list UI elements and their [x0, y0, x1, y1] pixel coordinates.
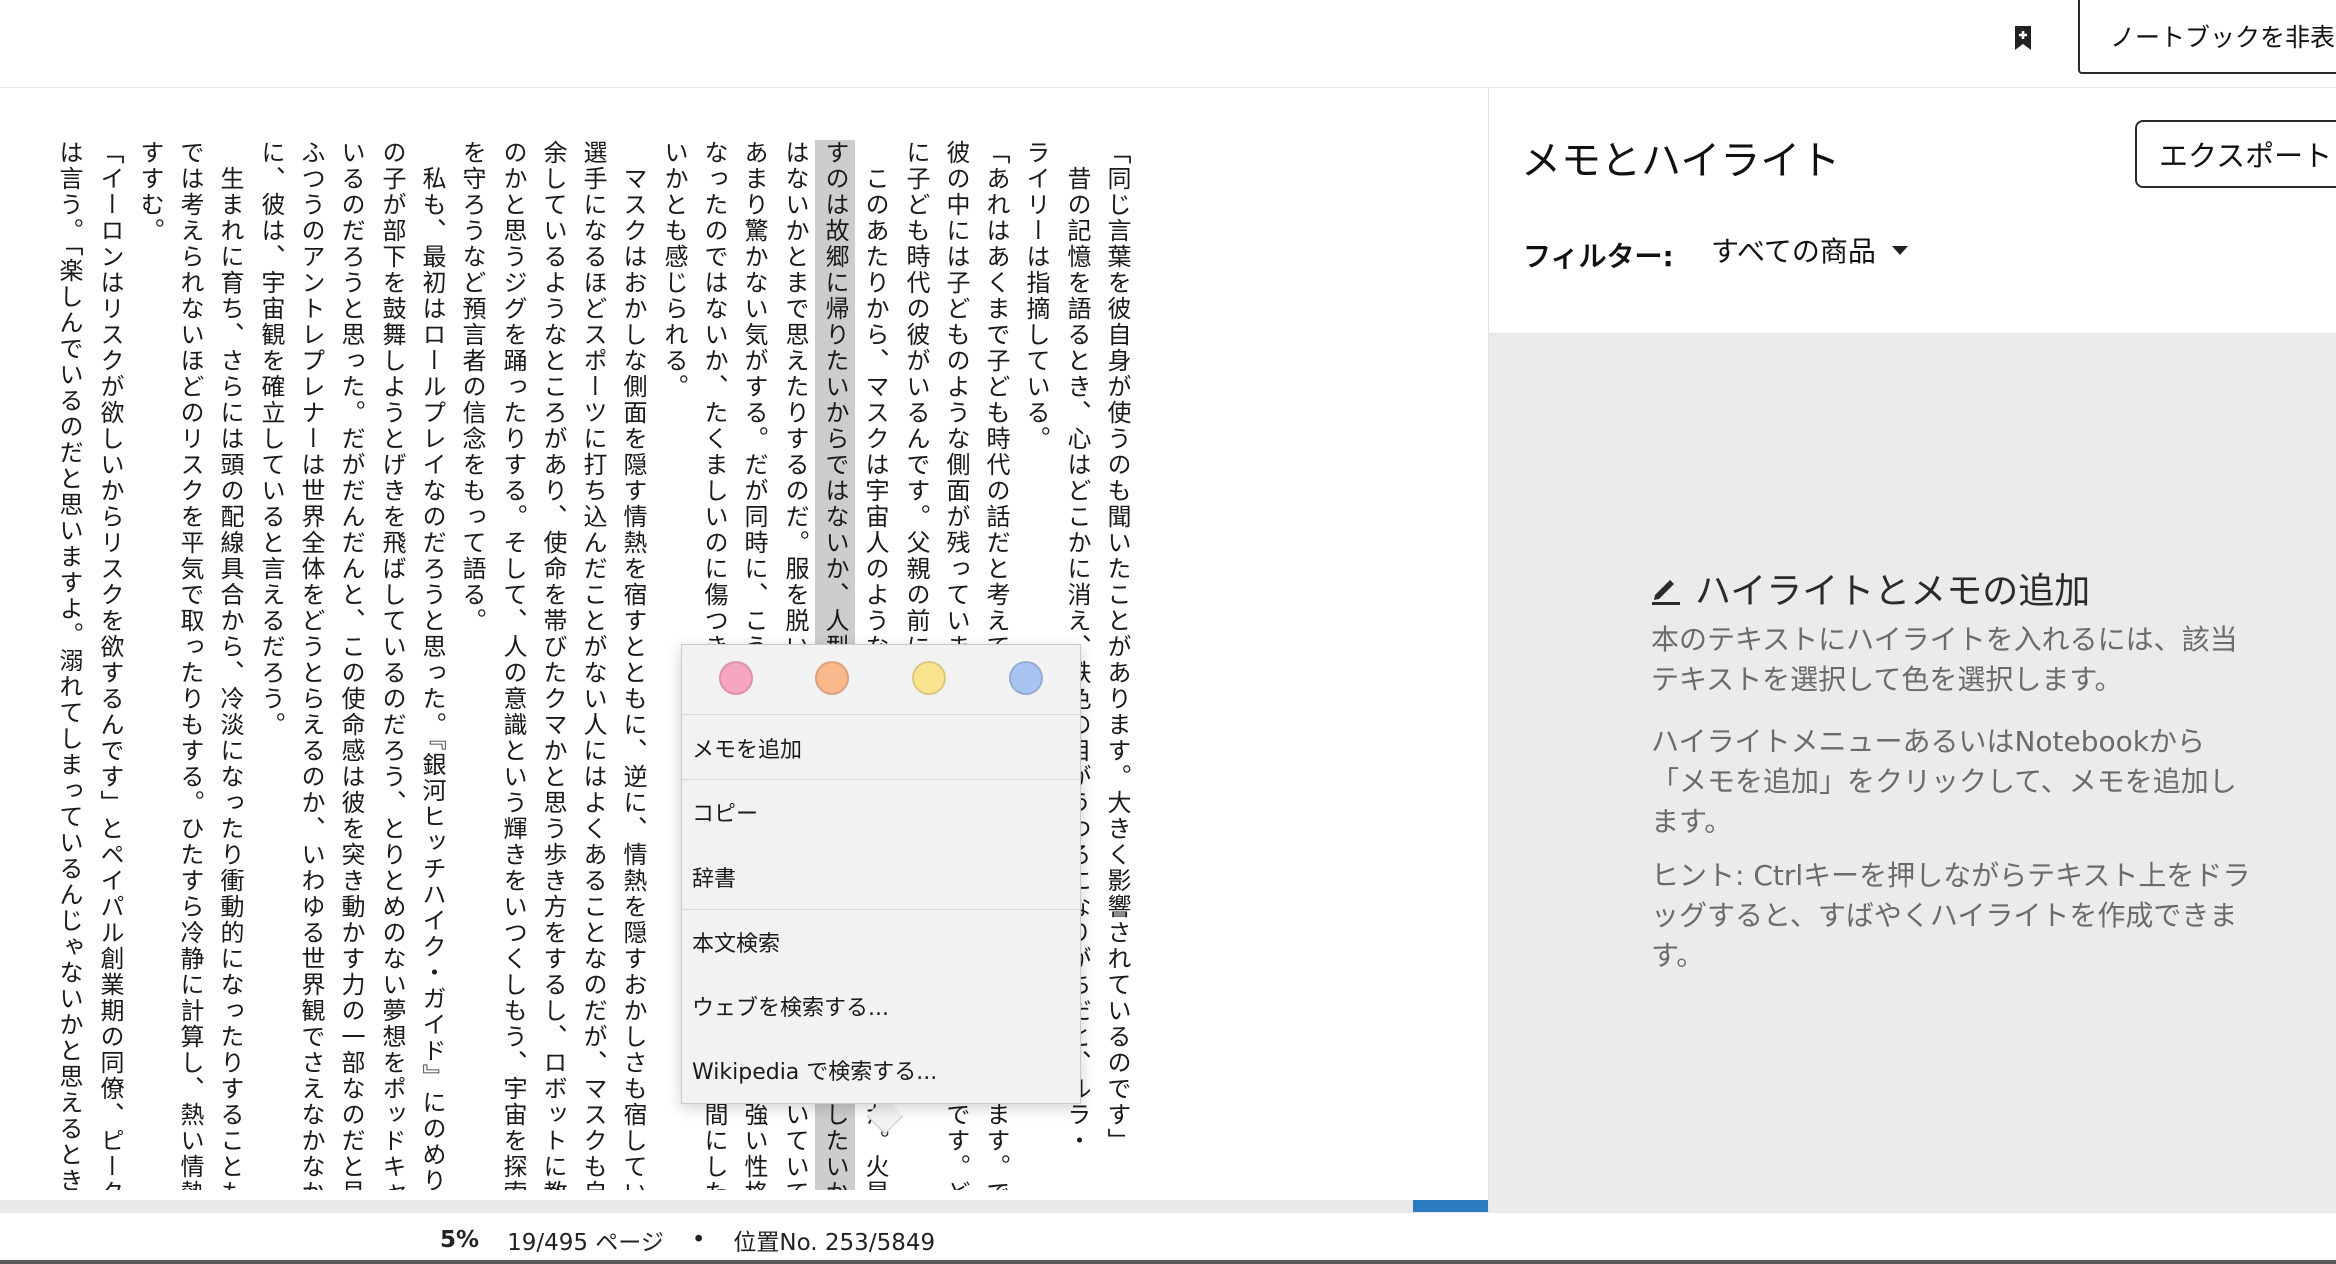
empty-state-heading: ハイライトとメモの追加: [1649, 562, 2090, 614]
menu-item-add-note[interactable]: メモを追加: [682, 716, 1080, 780]
text-column[interactable]: いるのだろうと思った。だがだんだんと、この使命感は彼を突き動かす力の一部なのだと…: [331, 140, 371, 1190]
empty-state-text: ハイライトメニューあるいはNotebookから「メモを追加」をクリックして、メモ…: [1651, 725, 2237, 838]
text-column[interactable]: の子が部下を鼓舞しようとげきを飛ばしているのだろう、とりとめのない夢想をポッドキ…: [372, 140, 412, 1190]
page-indicator: 19/495 ページ: [507, 1230, 664, 1256]
menu-item-search-web[interactable]: ウェブを検索する...: [682, 974, 1080, 1038]
top-bar: ノートブックを非表示: [0, 0, 2336, 88]
reading-position: 5% 19/495 ページ • 位置No. 253/5849: [440, 1223, 935, 1257]
menu-item-copy[interactable]: コピー: [682, 780, 1080, 844]
menu-item-dictionary[interactable]: 辞書: [682, 845, 1080, 909]
empty-state-title: ハイライトとメモの追加: [1695, 571, 2091, 612]
notebook-header: メモとハイライト エクスポート フィルター: すべての商品: [1489, 88, 2336, 334]
text-column[interactable]: 生まれに育ち、さらには頭の配線具合から、冷淡になったり衝動的になったりすることも…: [210, 140, 250, 1190]
window-bottom-edge: [0, 1260, 2336, 1264]
filter-value: すべての商品: [1711, 235, 1876, 268]
separator-dot: •: [691, 1227, 706, 1253]
highlight-color-row: [682, 645, 1080, 715]
location-indicator: 位置No. 253/5849: [733, 1230, 936, 1256]
filter-dropdown[interactable]: すべての商品: [1711, 228, 1908, 272]
bookmark-icon[interactable]: [2005, 20, 2041, 56]
hide-notebook-button[interactable]: ノートブックを非表示: [2078, 0, 2336, 74]
highlight-color-pink[interactable]: [719, 661, 753, 695]
text-column[interactable]: 余しているようなところがあり、使命を帯びたクマかと思う歩き方をするし、ロボットに…: [533, 140, 573, 1190]
highlight-color-blue[interactable]: [1009, 661, 1043, 695]
pen-icon: [1652, 580, 1680, 605]
text-column[interactable]: 「同じ言葉を彼自身が使うのも聞いたことがあります。大きく影響されているのです」: [1097, 140, 1137, 1190]
text-column[interactable]: では考えられないほどのリスクを平気で取ったりもする。ひたすら冷静に計算し、熱い情…: [170, 140, 210, 1190]
menu-item-search-wikipedia[interactable]: Wikipedia で検索する...: [682, 1038, 1080, 1102]
notebook-title: メモとハイライト: [1521, 138, 1841, 184]
highlight-color-yellow[interactable]: [912, 661, 946, 695]
text-column[interactable]: 「イーロンはリスクが欲しいからリスクを欲するんです」とペイパル創業期の同僚、ピー…: [90, 140, 130, 1190]
empty-state-text: 本のテキストにハイライトを入れるには、該当テキストを選択して色を選択します。: [1651, 623, 2238, 696]
text-column[interactable]: 選手になるほどスポーツに打ち込んだことがない人にはよくあることなのだが、マスクも…: [573, 140, 613, 1190]
reading-progress-bar[interactable]: [0, 1200, 1488, 1212]
empty-state-hint: ヒント: Ctrlキーを押しながらテキスト上をドラッグすると、すばやくハイライト…: [1651, 859, 2251, 972]
text-column[interactable]: を守ろうなど預言者の信念をもって語る。: [452, 140, 492, 1190]
status-bar: 5% 19/495 ページ • 位置No. 253/5849: [0, 1212, 2336, 1264]
menu-item-search-book[interactable]: 本文検索: [682, 910, 1080, 974]
text-column[interactable]: すすむ。: [130, 140, 170, 1190]
progress-percent: 5%: [440, 1227, 480, 1253]
text-column[interactable]: マスクはおかしな側面を隠す情熱を宿すとともに、逆に、情熱を隠すおかしさも宿してい…: [613, 140, 653, 1190]
chevron-down-icon: [1891, 245, 1908, 255]
text-column[interactable]: 私も、最初はロールプレイなのだろうと思った。『銀河ヒッチハイク・ガイド』にのめり…: [412, 140, 452, 1190]
text-column[interactable]: は言う。「楽しんでいるのだと思いますよ。溺れてしまっているんじゃないかと思えると…: [49, 140, 89, 1190]
text-column[interactable]: ふつうのアントレプレナーは世界全体をどうとらえるのか、いわゆる世界観でさえなかな…: [291, 140, 331, 1190]
highlight-context-menu: メモを追加 コピー 辞書 本文検索 ウェブを検索する... Wikipedia …: [681, 644, 1081, 1104]
export-button[interactable]: エクスポート: [2135, 120, 2336, 188]
notebook-panel: メモとハイライト エクスポート フィルター: すべての商品 ハイライトとメモの追…: [1488, 88, 2336, 1212]
text-column[interactable]: に、彼は、宇宙観を確立していると言えるだろう。: [251, 140, 291, 1190]
highlight-color-orange[interactable]: [815, 661, 849, 695]
reading-progress-fill: [1413, 1200, 1488, 1212]
filter-label: フィルター:: [1523, 240, 1674, 273]
text-column[interactable]: のかと思うジグを踊ったりする。そして、人の意識という輝きをいつくしもう、宇宙を探…: [493, 140, 533, 1190]
